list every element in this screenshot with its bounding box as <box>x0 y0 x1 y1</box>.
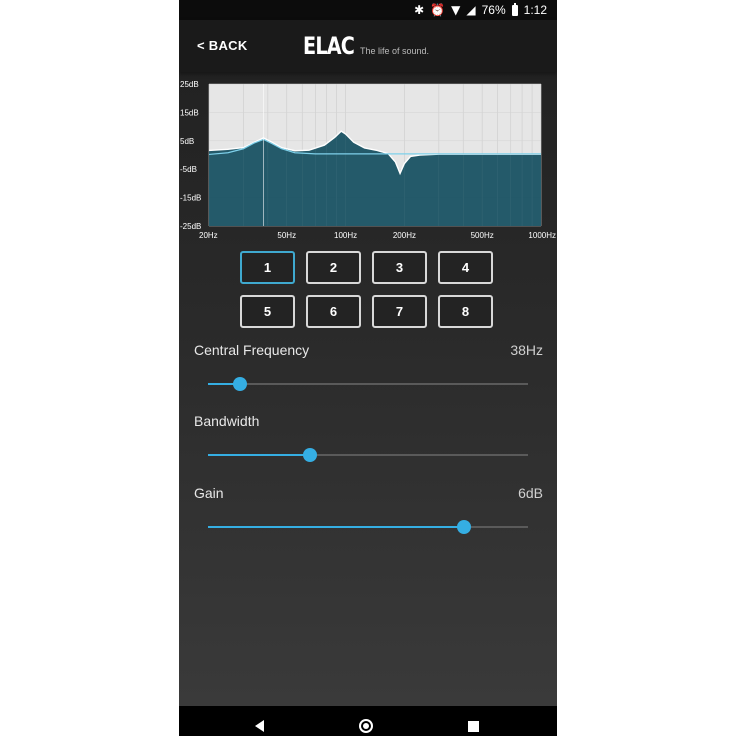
alarm-icon: ⏰ <box>430 3 446 17</box>
y-tick-label: -25dB <box>180 222 201 231</box>
clock-time: 1:12 <box>523 3 547 17</box>
eq-band-button-8[interactable]: 8 <box>438 295 493 328</box>
gain-label: Gain <box>194 485 224 501</box>
y-tick-label: 15dB <box>180 108 199 117</box>
central-frequency-slider[interactable] <box>208 376 528 392</box>
android-nav-bar <box>179 706 557 736</box>
app-header: < BACK ELAC The life of sound. <box>179 20 557 72</box>
logo-tagline: The life of sound. <box>360 46 430 56</box>
eq-band-button-7[interactable]: 7 <box>372 295 427 328</box>
x-tick-label: 500Hz <box>471 231 494 240</box>
bandwidth-slider[interactable] <box>208 447 528 463</box>
status-icons: ✱ ⏰ ▼ ◢ 76% 1:12 <box>414 2 547 18</box>
eq-chart-svg: 25dB 15dB 5dB -5dB -15dB -25dB20Hz 50Hz 100Hz 20… <box>180 80 556 240</box>
nav-back-icon[interactable] <box>255 720 264 732</box>
slider-thumb[interactable] <box>457 520 471 534</box>
x-tick-label: 50Hz <box>277 231 296 240</box>
eq-band-button-3[interactable]: 3 <box>372 251 427 284</box>
gain-slider[interactable] <box>208 519 528 535</box>
x-tick-label: 1000Hz <box>528 231 556 240</box>
y-tick-label: -15dB <box>180 194 201 203</box>
battery-percent: 76% <box>481 3 506 17</box>
central-frequency-label: Central Frequency <box>194 342 310 358</box>
gain-value: 6dB <box>518 485 543 501</box>
central-frequency-value: 38Hz <box>510 342 543 358</box>
slider-thumb[interactable] <box>233 377 247 391</box>
x-tick-label: 20Hz <box>199 231 218 240</box>
logo-mark: ELAC <box>303 32 355 60</box>
slider-thumb[interactable] <box>303 448 318 462</box>
y-tick-label: 5dB <box>180 137 194 146</box>
slider-fill <box>208 454 311 456</box>
eq-band-button-2[interactable]: 2 <box>306 251 361 284</box>
eq-chart[interactable]: 25dB 15dB 5dB -5dB -15dB -25dB 20Hz 50Hz 100Hz 20… <box>179 80 557 248</box>
nav-recents-icon[interactable] <box>468 721 479 732</box>
back-button[interactable]: < BACK <box>197 38 248 53</box>
y-tick-label: -5dB <box>180 165 197 174</box>
eq-band-button-5[interactable]: 5 <box>240 295 295 328</box>
elac-logo: ELAC The life of sound. <box>303 32 429 60</box>
eq-band-button-1[interactable]: 1 <box>240 251 295 284</box>
nav-home-icon[interactable] <box>359 719 373 733</box>
x-tick-label: 100Hz <box>334 231 357 240</box>
battery-icon <box>511 2 518 16</box>
eq-band-button-4[interactable]: 4 <box>438 251 493 284</box>
status-bar: ✱ ⏰ ▼ ◢ 76% 1:12 <box>179 0 557 20</box>
slider-fill <box>208 526 464 528</box>
signal-icon: ◢ <box>466 3 476 17</box>
slider-track <box>208 383 528 385</box>
x-tick-label: 200Hz <box>393 231 416 240</box>
y-tick-label: 25dB <box>180 80 199 89</box>
wifi-icon: ▼ <box>451 3 461 17</box>
bluetooth-icon: ✱ <box>414 3 425 17</box>
phone-screen: ✱ ⏰ ▼ ◢ 76% 1:12 < BACK ELAC The life of… <box>179 0 557 736</box>
eq-band-button-6[interactable]: 6 <box>306 295 361 328</box>
bandwidth-label: Bandwidth <box>194 413 260 429</box>
